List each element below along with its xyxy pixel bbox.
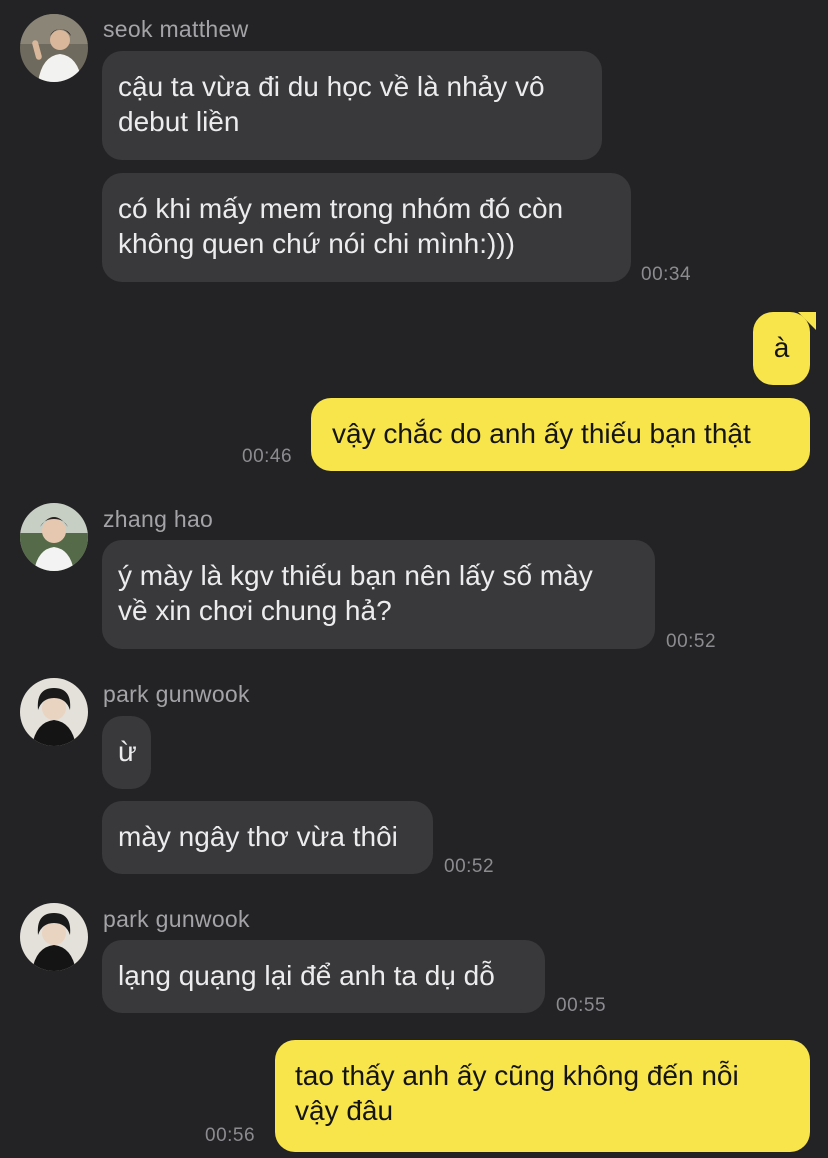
avatar-zhang-hao-icon bbox=[20, 503, 88, 571]
message-line: tao thấy anh ấy cũng không đến nỗi bbox=[295, 1060, 739, 1091]
message-line: về xin chơi chung hả? bbox=[118, 595, 392, 626]
sender-name: park gunwook bbox=[103, 906, 250, 932]
message-bubble[interactable]: ừ bbox=[102, 716, 151, 789]
message-line: lạng quạng lại để anh ta dụ dỗ bbox=[118, 960, 495, 991]
message-line: vậy đâu bbox=[295, 1095, 394, 1126]
avatar-park-gunwook-icon bbox=[20, 678, 88, 746]
message-bubble[interactable]: cậu ta vừa đi du học về là nhảy vô debut… bbox=[102, 51, 602, 160]
message-bubble[interactable]: có khi mấy mem trong nhóm đó còn không q… bbox=[102, 173, 631, 282]
message-line: không quen chứ nói chi mình:))) bbox=[118, 228, 515, 259]
message-line: có khi mấy mem trong nhóm đó còn bbox=[118, 193, 564, 224]
avatar-seok-matthew[interactable] bbox=[20, 14, 88, 82]
message-line: cậu ta vừa đi du học về là nhảy vô bbox=[118, 71, 545, 102]
message-line: mày ngây thơ vừa thôi bbox=[118, 821, 398, 852]
message-bubble[interactable]: lạng quạng lại để anh ta dụ dỗ bbox=[102, 940, 545, 1013]
message-bubble[interactable]: ý mày là kgv thiếu bạn nên lấy số mày về… bbox=[102, 540, 655, 649]
avatar-zhang-hao[interactable] bbox=[20, 503, 88, 571]
outgoing-message-bubble[interactable]: tao thấy anh ấy cũng không đến nỗi vậy đ… bbox=[275, 1040, 810, 1152]
message-bubble[interactable]: mày ngây thơ vừa thôi bbox=[102, 801, 433, 874]
chat-screen: { "colors": { "background": "#232325", "… bbox=[0, 0, 828, 1158]
message-time: 00:52 bbox=[666, 631, 717, 652]
message-time: 00:56 bbox=[205, 1125, 256, 1146]
sender-name: seok matthew bbox=[103, 16, 249, 42]
message-line: debut liền bbox=[118, 106, 240, 137]
message-line: vậy chắc do anh ấy thiếu bạn thật bbox=[332, 418, 751, 449]
message-time: 00:46 bbox=[242, 446, 293, 467]
message-time: 00:55 bbox=[556, 995, 607, 1016]
message-line: ừ bbox=[118, 736, 137, 767]
avatar-park-gunwook[interactable] bbox=[20, 903, 88, 971]
message-time: 00:52 bbox=[444, 856, 495, 877]
bubble-tail bbox=[798, 312, 816, 330]
sender-name: zhang hao bbox=[103, 506, 214, 532]
message-time: 00:34 bbox=[641, 264, 692, 285]
avatar-park-gunwook-icon bbox=[20, 903, 88, 971]
avatar-seok-matthew-icon bbox=[20, 14, 88, 82]
sender-name: park gunwook bbox=[103, 681, 250, 707]
message-line: ý mày là kgv thiếu bạn nên lấy số mày bbox=[118, 560, 593, 591]
message-line: à bbox=[773, 332, 790, 363]
avatar-park-gunwook[interactable] bbox=[20, 678, 88, 746]
outgoing-message-bubble[interactable]: vậy chắc do anh ấy thiếu bạn thật bbox=[311, 398, 810, 471]
